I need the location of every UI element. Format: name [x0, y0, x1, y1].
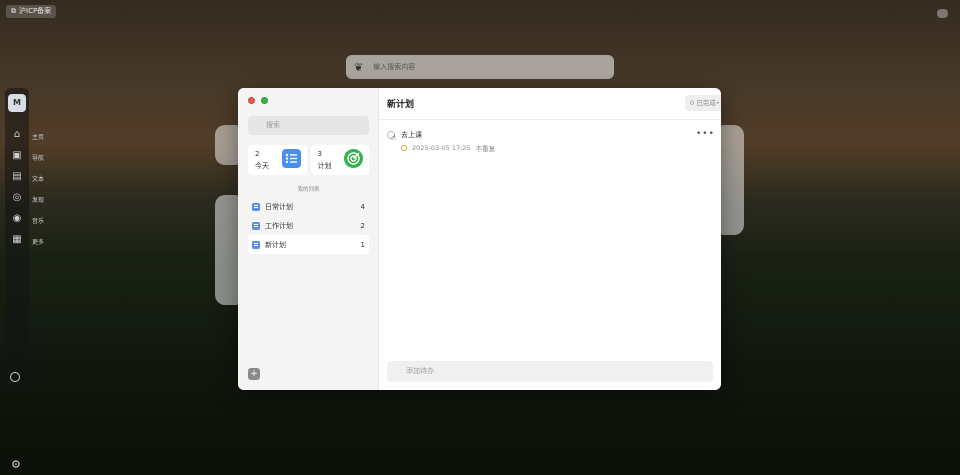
doc-icon[interactable]: ▤: [10, 170, 24, 184]
sidebar-search-input[interactable]: 搜索: [248, 116, 369, 135]
compass-icon[interactable]: ◎: [10, 191, 24, 205]
top-badge-label: 沪ICP备案: [19, 7, 52, 15]
list-name: 新计划: [265, 240, 286, 249]
top-badge[interactable]: ⧉ 沪ICP备案: [6, 5, 57, 18]
list-count: 2: [360, 221, 365, 230]
my-lists-title: 我的列表: [297, 187, 320, 193]
app-logo[interactable]: M: [8, 94, 26, 112]
square-icon[interactable]: ▣: [10, 149, 24, 163]
rail-label-home: 主页: [32, 134, 45, 141]
task-date: 2025-03-05 17:25: [412, 144, 471, 152]
list-count: 1: [360, 240, 365, 249]
list-icon: [252, 221, 260, 230]
background-search-placeholder: 输入搜索内容: [373, 63, 416, 71]
list-item-work[interactable]: 工作计划 2: [248, 216, 369, 235]
music-icon[interactable]: ◉: [10, 212, 24, 226]
task-repeat: 不重复: [475, 145, 496, 153]
more-options-icon[interactable]: •••: [696, 129, 715, 139]
search-engine-icon: ❦: [354, 60, 364, 74]
stat-today[interactable]: 2 今天: [248, 145, 307, 175]
gear-icon[interactable]: ⚙: [11, 458, 21, 471]
rail-label-text: 文本: [32, 176, 45, 183]
clock-icon: [401, 145, 407, 151]
close-icon[interactable]: [248, 97, 255, 104]
window-controls: [248, 97, 268, 104]
list-icon: [252, 202, 260, 211]
add-list-button[interactable]: +: [248, 368, 260, 380]
cloud-icon[interactable]: [937, 9, 948, 18]
maximize-icon[interactable]: [261, 97, 268, 104]
stat-plan[interactable]: 3 计划: [310, 145, 369, 175]
lists: 日常计划 4 工作计划 2 新计划 1: [248, 197, 369, 254]
list-name: 日常计划: [265, 202, 293, 211]
left-rail: M ⌂ ▣ ▤ ◎ ◉ ▦: [5, 88, 29, 390]
rail-label-music: 音乐: [32, 218, 45, 225]
list-icon: [252, 240, 260, 249]
stats-row: 2 今天 3 计划: [248, 145, 369, 175]
completed-bar: 0 已完成•清除: [685, 95, 721, 111]
task-title: 去上课: [401, 131, 422, 139]
stat-plan-count: 3: [317, 150, 322, 158]
task-meta: 2025-03-05 17:25 不重复: [401, 143, 495, 153]
divider: [379, 119, 721, 120]
stat-today-count: 2: [255, 150, 260, 158]
badge-icon: ⧉: [11, 7, 16, 15]
add-task-input[interactable]: 添加待办: [387, 361, 713, 382]
todo-main: 新计划 0 已完成•清除 显示 ☝ 去上课 2025-03-05 17:25 不…: [379, 88, 721, 390]
rail-label-nav: 导航: [32, 155, 45, 162]
list-count: 4: [360, 202, 365, 211]
add-circle-icon[interactable]: [10, 372, 20, 382]
list-item-new[interactable]: 新计划 1: [248, 235, 369, 254]
completed-count: 0 已完成•: [690, 99, 720, 107]
pointer-cursor-icon: ☝: [391, 133, 396, 142]
background-search-bar[interactable]: ❦ 输入搜索内容: [346, 55, 614, 79]
home-icon[interactable]: ⌂: [10, 128, 24, 142]
rail-label-more: 更多: [32, 239, 45, 246]
stat-today-label: 今天: [255, 162, 269, 170]
apps-icon[interactable]: ▦: [10, 233, 24, 247]
todo-sidebar: 搜索 2 今天 3 计划 我的列表 日常计划 4 工作计划 2 新计划 1 +: [238, 88, 379, 390]
list-icon: [281, 149, 301, 168]
todo-modal: 搜索 2 今天 3 计划 我的列表 日常计划 4 工作计划 2 新计划 1 + …: [238, 88, 721, 390]
list-item-daily[interactable]: 日常计划 4: [248, 197, 369, 216]
list-name: 工作计划: [265, 221, 293, 230]
rail-label-discover: 发现: [32, 197, 45, 204]
stat-plan-label: 计划: [317, 162, 332, 170]
target-icon: [344, 149, 363, 168]
list-title: 新计划: [387, 100, 415, 110]
